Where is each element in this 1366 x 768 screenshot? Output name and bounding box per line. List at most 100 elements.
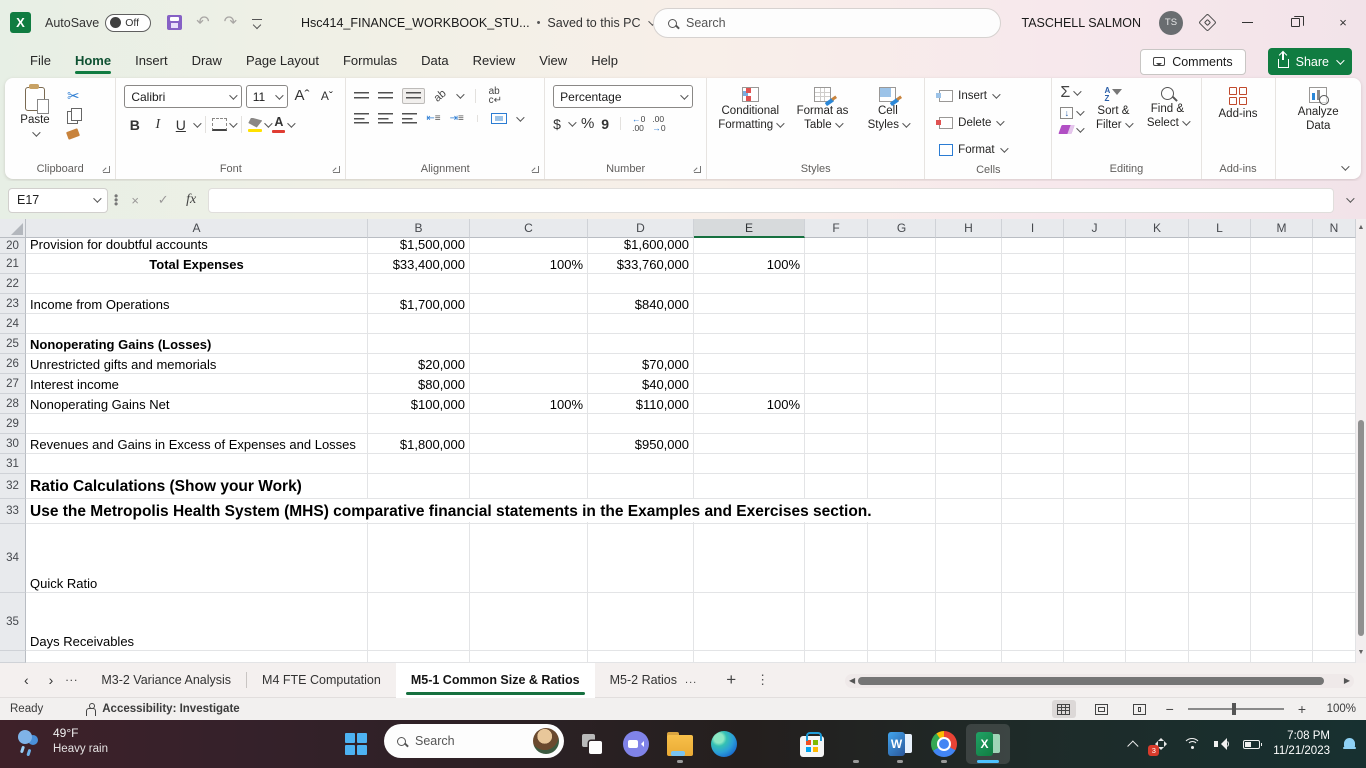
cell-N34[interactable] [1313,524,1356,593]
bold-button[interactable]: B [124,114,145,135]
cell-F23[interactable] [805,294,868,314]
cell-A33[interactable]: Use the Metropolis Health System (MHS) c… [26,499,882,524]
cell-A23[interactable]: Income from Operations [26,294,368,314]
sheet-nav-more-icon[interactable]: ... [63,670,86,690]
cell-F34[interactable] [805,524,868,593]
cut-icon[interactable]: ✂ [67,87,80,105]
row-header-26[interactable]: 26 [0,354,26,374]
save-icon[interactable] [167,15,183,30]
cell-I23[interactable] [1002,294,1064,314]
vertical-scrollbar[interactable]: ▲ ▼ [1356,219,1366,663]
cell-C35[interactable] [470,593,588,651]
cell-I20[interactable] [1002,238,1064,254]
cell-H21[interactable] [936,254,1002,274]
wrap-text-icon[interactable]: ab c↵ [489,87,502,106]
cell-N20[interactable] [1313,238,1356,254]
user-name[interactable]: TASCHELL SALMON [1022,16,1141,30]
cell-I31[interactable] [1002,454,1064,474]
cell-I22[interactable] [1002,274,1064,294]
cell-E24[interactable] [694,314,805,334]
cell-L21[interactable] [1189,254,1251,274]
cell-E29[interactable] [694,414,805,434]
cell-A20[interactable]: Provision for doubtful accounts [26,237,368,254]
column-header-F[interactable]: F [805,219,868,238]
cell-C25[interactable] [470,334,588,354]
task-view-button[interactable] [570,724,614,764]
cell-K29[interactable] [1126,414,1189,434]
cell-C24[interactable] [470,314,588,334]
excel-app-icon[interactable]: X [10,12,31,33]
comments-button[interactable]: Comments [1140,48,1246,75]
cell-L26[interactable] [1189,354,1251,374]
autosave-control[interactable]: AutoSave Off [45,13,152,32]
cell-F21[interactable] [805,254,868,274]
cell-N31[interactable] [1313,454,1356,474]
cell-I34[interactable] [1002,524,1064,593]
cell-G22[interactable] [868,274,936,294]
cell-D25[interactable] [588,334,694,354]
cell-J34[interactable] [1064,524,1126,593]
row-header-28[interactable]: 28 [0,394,26,414]
name-box[interactable]: E17 [8,187,108,213]
chevron-down-icon[interactable] [455,90,465,99]
chevron-down-icon[interactable] [515,112,525,122]
increase-decimal-icon[interactable]: ←0.00 [632,115,645,132]
ribbon-tab-file[interactable]: File [18,47,63,76]
cell-G35[interactable] [868,593,936,651]
row-header-21[interactable]: 21 [0,254,26,274]
cell-C31[interactable] [470,454,588,474]
zoom-slider[interactable] [1187,703,1284,715]
cell-Mx[interactable] [1251,651,1313,663]
cell-A28[interactable]: Nonoperating Gains Net [26,394,368,414]
cell-B32[interactable] [368,474,470,499]
cell-M24[interactable] [1251,314,1313,334]
chat-button[interactable] [614,724,658,764]
font-color-icon[interactable]: A [272,116,286,133]
cell-Gx[interactable] [868,651,936,663]
row-header-27[interactable]: 27 [0,374,26,394]
increase-font-icon[interactable]: Aˆ [292,85,313,106]
ribbon-tab-data[interactable]: Data [409,47,460,76]
new-sheet-button[interactable]: + [712,670,750,690]
column-header-M[interactable]: M [1251,219,1313,238]
chevron-down-icon[interactable] [568,117,577,127]
store-button[interactable] [790,724,834,764]
cell-A27[interactable]: Interest income [26,374,368,394]
cell-H24[interactable] [936,314,1002,334]
cell-K23[interactable] [1126,294,1189,314]
cell-L30[interactable] [1189,434,1251,454]
cell-I24[interactable] [1002,314,1064,334]
column-header-G[interactable]: G [868,219,936,238]
sheet-menu-icon[interactable]: ⋮ [750,672,775,688]
cell-B21[interactable]: $33,400,000 [368,254,470,274]
cell-M28[interactable] [1251,394,1313,414]
cell-D34[interactable] [588,524,694,593]
cell-L35[interactable] [1189,593,1251,651]
currency-format-icon[interactable]: $ [553,116,561,132]
cell-D21[interactable]: $33,760,000 [588,254,694,274]
cell-A30[interactable]: Revenues and Gains in Excess of Expenses… [26,434,368,454]
clear-icon[interactable] [1058,123,1086,134]
cell-C34[interactable] [470,524,588,593]
column-header-H[interactable]: H [936,219,1002,238]
cell-D35[interactable] [588,593,694,651]
column-header-K[interactable]: K [1126,219,1189,238]
cell-Cx[interactable] [470,651,588,663]
fill-icon[interactable]: ↓ [1060,107,1086,119]
cell-H23[interactable] [936,294,1002,314]
chrome-button[interactable] [922,724,966,764]
cell-E26[interactable] [694,354,805,374]
cell-K35[interactable] [1126,593,1189,651]
cell-E23[interactable] [694,294,805,314]
ribbon-tab-view[interactable]: View [527,47,579,76]
cancel-formula-icon[interactable]: × [124,193,146,208]
cell-A26[interactable]: Unrestricted gifts and memorials [26,354,368,374]
cell-E35[interactable] [694,593,805,651]
borders-icon[interactable] [212,118,228,131]
cell-I28[interactable] [1002,394,1064,414]
cell-B34[interactable] [368,524,470,593]
cell-L31[interactable] [1189,454,1251,474]
copy-icon[interactable] [67,108,82,124]
cell-J24[interactable] [1064,314,1126,334]
cell-J25[interactable] [1064,334,1126,354]
